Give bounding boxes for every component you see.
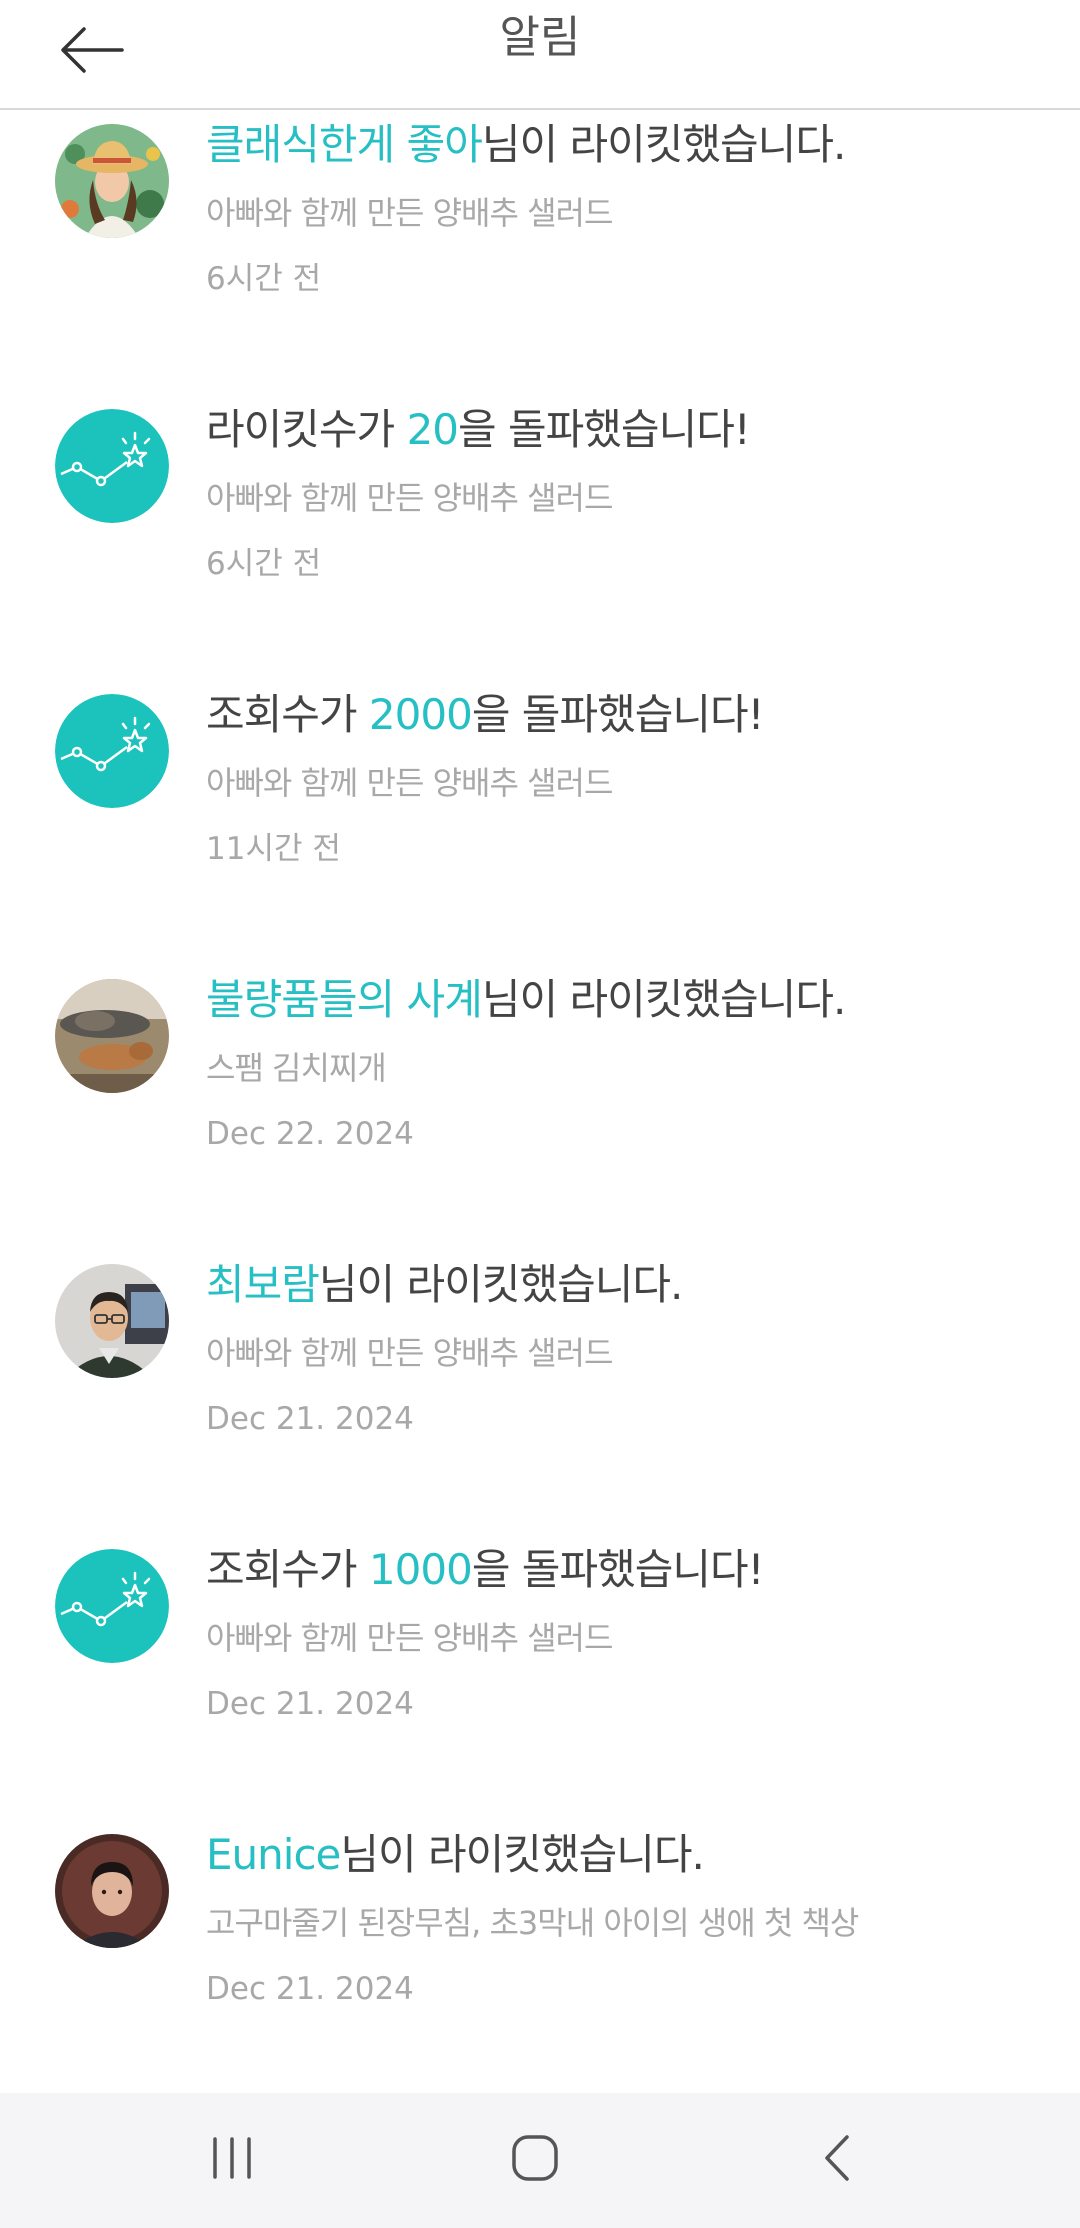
highlight-text[interactable]: 최보람 bbox=[206, 1260, 320, 1309]
post-title: 아빠와 함께 만든 양배추 샐러드 bbox=[206, 479, 613, 517]
timestamp: Dec 22. 2024 bbox=[206, 1116, 414, 1152]
notification-list: 클래식한게 좋아님이 라이킷했습니다. 아빠와 함께 만든 양배추 샐러드 6시… bbox=[0, 110, 1080, 2105]
notification-item[interactable]: Eunice님이 라이킷했습니다. 고구마줄기 된장무침, 초3막내 아이의 생… bbox=[0, 1820, 1080, 2105]
notification-item[interactable]: 조회수가 2000을 돌파했습니다! 아빠와 함께 만든 양배추 샐러드 11시… bbox=[0, 680, 1080, 965]
post-title: 아빠와 함께 만든 양배추 샐러드 bbox=[206, 194, 613, 232]
timestamp: Dec 21. 2024 bbox=[206, 1401, 414, 1437]
page-title: 알림 bbox=[499, 12, 581, 63]
user-avatar bbox=[55, 979, 169, 1093]
notification-item[interactable]: 조회수가 1000을 돌파했습니다! 아빠와 함께 만든 양배추 샐러드 Dec… bbox=[0, 1535, 1080, 1820]
system-back-button[interactable] bbox=[778, 2113, 898, 2203]
notification-message: 최보람님이 라이킷했습니다. bbox=[206, 1260, 683, 1309]
user-avatar-man-glasses-icon bbox=[55, 1264, 169, 1378]
milestone-badge bbox=[55, 409, 169, 523]
highlight-text[interactable]: Eunice bbox=[206, 1830, 341, 1879]
app-header: 알림 bbox=[0, 0, 1080, 110]
recent-apps-icon bbox=[213, 2137, 251, 2179]
notification-message: 조회수가 2000을 돌파했습니다! bbox=[206, 690, 764, 739]
home-icon bbox=[512, 2135, 558, 2181]
user-avatar-child-photo-icon bbox=[55, 1834, 169, 1948]
notification-message: 라이킷수가 20을 돌파했습니다! bbox=[206, 405, 751, 454]
milestone-badge bbox=[55, 694, 169, 808]
user-avatar bbox=[55, 1264, 169, 1378]
user-avatar-dog-photo-icon bbox=[55, 979, 169, 1093]
milestone-star-icon bbox=[55, 1549, 169, 1663]
post-title: 아빠와 함께 만든 양배추 샐러드 bbox=[206, 1619, 613, 1657]
notification-item[interactable]: 불량품들의 사계님이 라이킷했습니다. 스팸 김치찌개 Dec 22. 2024 bbox=[0, 965, 1080, 1250]
notification-message: 불량품들의 사계님이 라이킷했습니다. bbox=[206, 975, 846, 1024]
system-navigation-bar bbox=[0, 2093, 1080, 2228]
notification-message: 클래식한게 좋아님이 라이킷했습니다. bbox=[206, 120, 846, 169]
milestone-badge bbox=[55, 1549, 169, 1663]
milestone-star-icon bbox=[55, 694, 169, 808]
user-avatar-girl-hat-icon bbox=[55, 124, 169, 238]
timestamp: Dec 21. 2024 bbox=[206, 1971, 414, 2007]
notification-item[interactable]: 라이킷수가 20을 돌파했습니다! 아빠와 함께 만든 양배추 샐러드 6시간 … bbox=[0, 395, 1080, 680]
notification-message: 조회수가 1000을 돌파했습니다! bbox=[206, 1545, 764, 1594]
recent-apps-button[interactable] bbox=[172, 2113, 292, 2203]
timestamp: Dec 21. 2024 bbox=[206, 1686, 414, 1722]
post-title: 스팸 김치찌개 bbox=[206, 1049, 387, 1087]
back-icon bbox=[825, 2135, 849, 2181]
notification-item[interactable]: 클래식한게 좋아님이 라이킷했습니다. 아빠와 함께 만든 양배추 샐러드 6시… bbox=[0, 110, 1080, 395]
highlight-text: 2000 bbox=[368, 690, 473, 739]
highlight-text: 1000 bbox=[368, 1545, 473, 1594]
highlight-text[interactable]: 클래식한게 좋아 bbox=[206, 120, 483, 169]
milestone-star-icon bbox=[55, 409, 169, 523]
notification-item[interactable]: 최보람님이 라이킷했습니다. 아빠와 함께 만든 양배추 샐러드 Dec 21.… bbox=[0, 1250, 1080, 1535]
post-title: 아빠와 함께 만든 양배추 샐러드 bbox=[206, 1334, 613, 1372]
post-title: 아빠와 함께 만든 양배추 샐러드 bbox=[206, 764, 613, 802]
highlight-text: 20 bbox=[406, 405, 459, 454]
user-avatar bbox=[55, 1834, 169, 1948]
user-avatar bbox=[55, 124, 169, 238]
highlight-text[interactable]: 불량품들의 사계 bbox=[206, 975, 483, 1024]
timestamp: 11시간 전 bbox=[206, 831, 341, 867]
timestamp: 6시간 전 bbox=[206, 546, 322, 582]
notification-message: Eunice님이 라이킷했습니다. bbox=[206, 1830, 705, 1879]
notifications-screen: 알림 클래식한게 좋아님이 라이킷했습니다. 아빠와 함께 만든 양배추 샐러드… bbox=[0, 0, 1080, 2228]
post-title: 고구마줄기 된장무침, 초3막내 아이의 생애 첫 책상 bbox=[206, 1904, 859, 1942]
home-button[interactable] bbox=[475, 2113, 595, 2203]
timestamp: 6시간 전 bbox=[206, 261, 322, 297]
